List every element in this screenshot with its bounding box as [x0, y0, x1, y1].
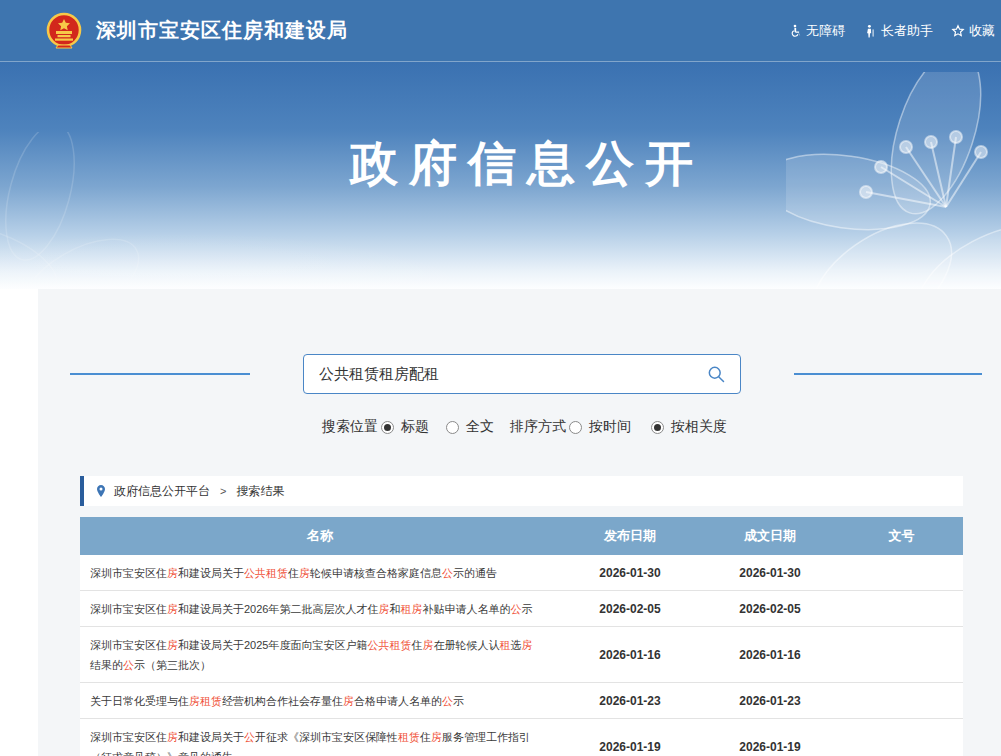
column-header-written-date: 成文日期: [700, 527, 840, 545]
site-brand[interactable]: 深圳市宝安区住房和建设局: [44, 11, 348, 51]
radio-selected-icon[interactable]: [651, 421, 664, 434]
banner: 政府信息公开: [0, 62, 1001, 289]
column-header-publish-date: 发布日期: [560, 527, 700, 545]
search-position-label: 搜索位置: [322, 418, 378, 436]
location-pin-icon: [95, 484, 107, 499]
national-emblem-logo: [44, 11, 84, 51]
sort-mode-label: 排序方式: [510, 418, 566, 436]
star-icon: [951, 24, 965, 38]
result-title-link[interactable]: 关于日常化受理与住房租赁经营机构合作社会存量住房合格申请人名单的公示: [80, 683, 560, 718]
search-options: 搜索位置 标题 全文 排序方式 按时间 按相关度: [38, 418, 1001, 436]
table-row: 深圳市宝安区住房和建设局关于2025年度面向宝安区户籍公共租赁住房在册轮候人认租…: [80, 627, 963, 683]
top-links: 无障碍 长者助手 收藏: [788, 22, 995, 40]
radio-option-by-relevance[interactable]: 按相关度: [648, 418, 727, 436]
table-body: 深圳市宝安区住房和建设局关于公共租赁住房轮候申请核查合格家庭信息公示的通告202…: [80, 555, 963, 756]
cell-written-date: 2026-02-05: [700, 602, 840, 616]
search-input[interactable]: [319, 366, 706, 383]
radio-option-title[interactable]: 标题: [378, 418, 429, 436]
cell-written-date: 2026-01-30: [700, 566, 840, 580]
results-table: 名称 发布日期 成文日期 文号 深圳市宝安区住房和建设局关于公共租赁住房轮候申请…: [80, 517, 963, 756]
search-box: [303, 354, 741, 394]
result-title-link[interactable]: 深圳市宝安区住房和建设局关于2025年度面向宝安区户籍公共租赁住房在册轮候人认租…: [80, 627, 560, 682]
radio-option-fulltext[interactable]: 全文: [443, 418, 494, 436]
result-title-link[interactable]: 深圳市宝安区住房和建设局关于公共租赁住房轮候申请核查合格家庭信息公示的通告: [80, 555, 560, 590]
breadcrumb-separator: >: [220, 485, 226, 497]
table-row: 关于日常化受理与住房租赁经营机构合作社会存量住房合格申请人名单的公示2026-0…: [80, 683, 963, 719]
breadcrumb-current: 搜索结果: [236, 483, 284, 500]
column-header-doc-number: 文号: [840, 527, 963, 545]
table-row: 深圳市宝安区住房和建设局关于2026年第二批高层次人才住房和租房补贴申请人名单的…: [80, 591, 963, 627]
decorative-line-left: [70, 373, 250, 375]
breadcrumb-root[interactable]: 政府信息公开平台: [114, 483, 210, 500]
elder-person-icon: [863, 24, 877, 38]
accessibility-link[interactable]: 无障碍: [788, 22, 845, 40]
table-header: 名称 发布日期 成文日期 文号: [80, 517, 963, 555]
radio-unselected-icon[interactable]: [569, 421, 582, 434]
radio-selected-icon[interactable]: [381, 421, 394, 434]
page-title: 政府信息公开: [42, 132, 1001, 196]
results-section: 政府信息公开平台 > 搜索结果 名称 发布日期 成文日期 文号 深圳市宝安区住房…: [80, 476, 963, 756]
elder-helper-link[interactable]: 长者助手: [863, 22, 933, 40]
decorative-line-right: [794, 373, 982, 375]
cell-publish-date: 2026-01-30: [560, 566, 700, 580]
cell-written-date: 2026-01-19: [700, 740, 840, 754]
cell-publish-date: 2026-02-05: [560, 602, 700, 616]
column-header-name: 名称: [80, 527, 560, 545]
top-header: 深圳市宝安区住房和建设局 无障碍 长者助手 收藏: [0, 0, 1001, 62]
cell-publish-date: 2026-01-19: [560, 740, 700, 754]
result-title-link[interactable]: 深圳市宝安区住房和建设局关于公开征求《深圳市宝安区保障性租赁住房服务管理工作指引…: [80, 719, 560, 756]
page: 深圳市宝安区住房和建设局 无障碍 长者助手 收藏: [0, 0, 1001, 756]
search-row: [38, 354, 1001, 394]
search-icon[interactable]: [706, 364, 726, 384]
cell-written-date: 2026-01-23: [700, 694, 840, 708]
radio-unselected-icon[interactable]: [446, 421, 459, 434]
site-title: 深圳市宝安区住房和建设局: [96, 17, 348, 44]
favorite-link[interactable]: 收藏: [951, 22, 995, 40]
table-row: 深圳市宝安区住房和建设局关于公开征求《深圳市宝安区保障性租赁住房服务管理工作指引…: [80, 719, 963, 756]
cell-publish-date: 2026-01-16: [560, 648, 700, 662]
table-row: 深圳市宝安区住房和建设局关于公共租赁住房轮候申请核查合格家庭信息公示的通告202…: [80, 555, 963, 591]
result-title-link[interactable]: 深圳市宝安区住房和建设局关于2026年第二批高层次人才住房和租房补贴申请人名单的…: [80, 591, 560, 626]
cell-publish-date: 2026-01-23: [560, 694, 700, 708]
breadcrumb: 政府信息公开平台 > 搜索结果: [80, 476, 963, 506]
radio-option-by-time[interactable]: 按时间: [566, 418, 631, 436]
content-card: 搜索位置 标题 全文 排序方式 按时间 按相关度: [38, 289, 1001, 756]
wheelchair-icon: [788, 24, 802, 38]
cell-written-date: 2026-01-16: [700, 648, 840, 662]
